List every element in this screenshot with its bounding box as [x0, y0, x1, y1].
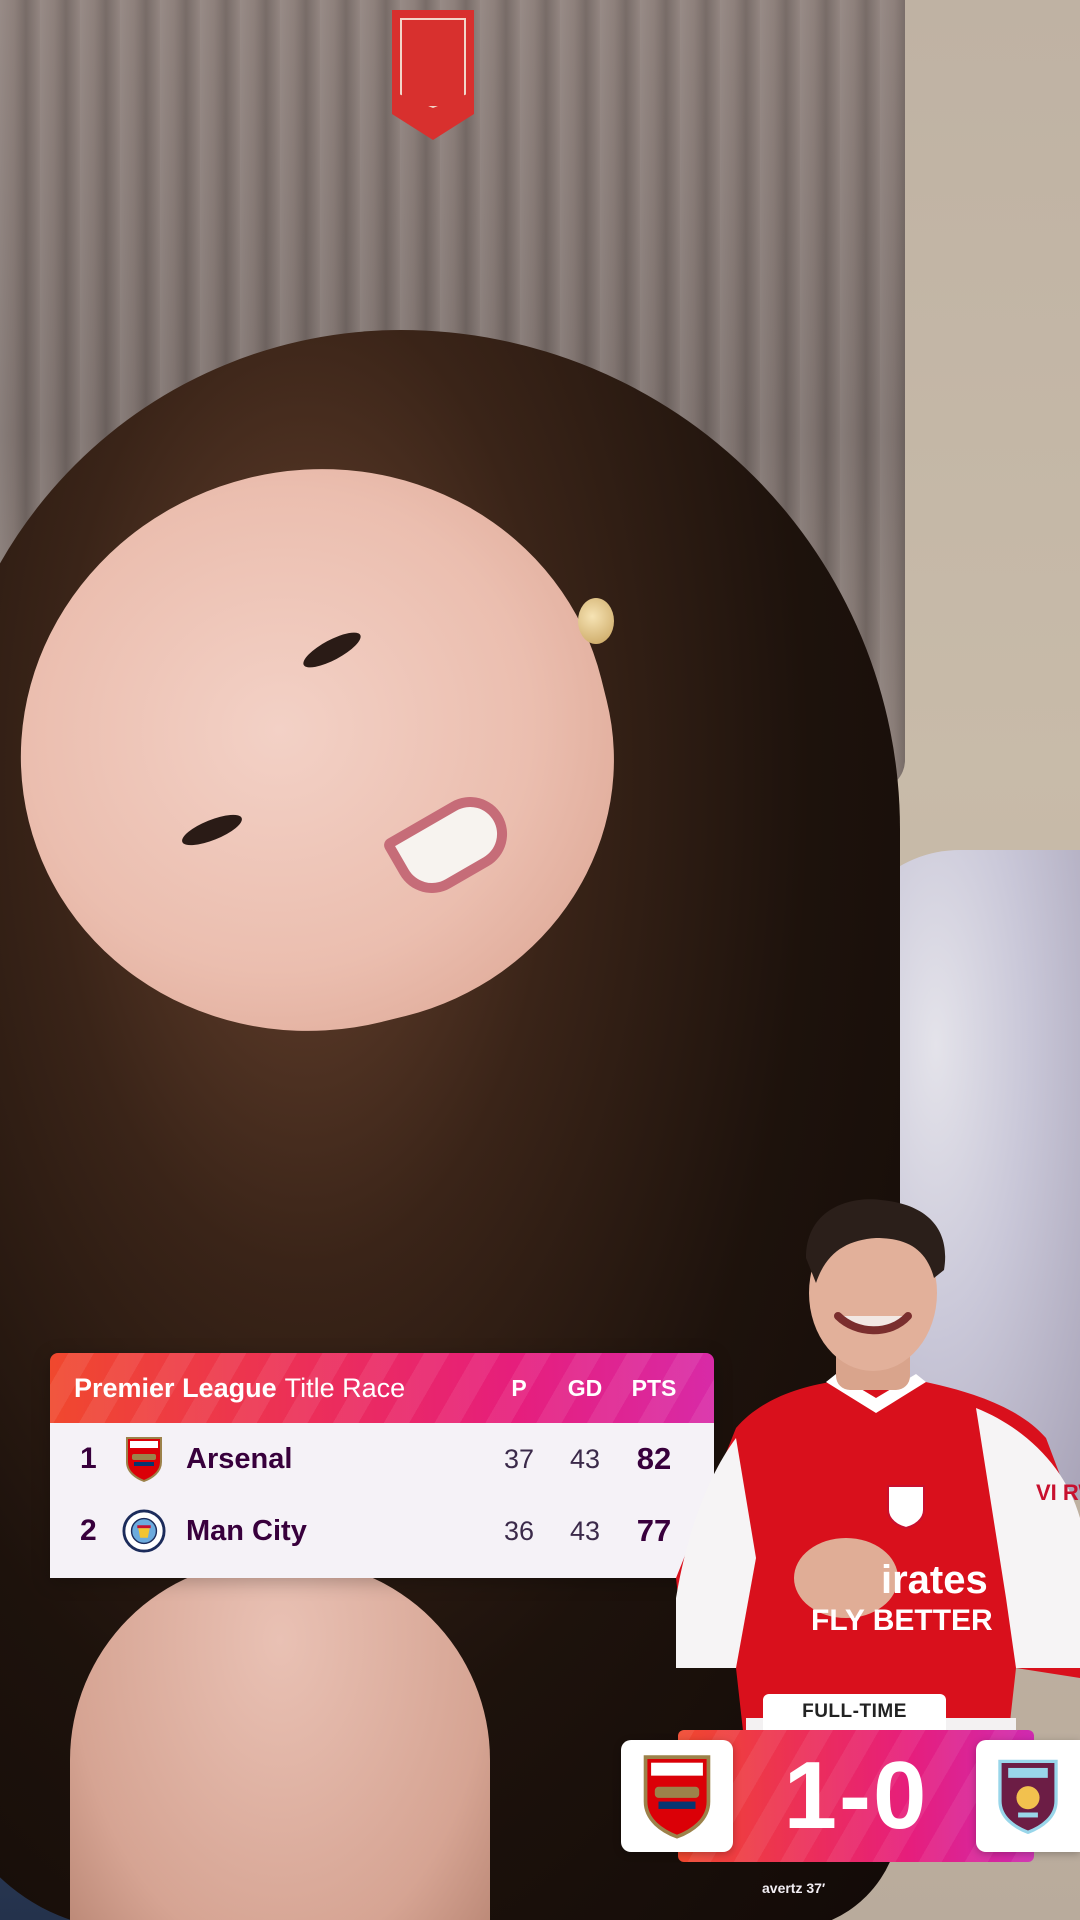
full-time-label: FULL-TIME — [763, 1694, 946, 1730]
table-row: 2 Man City 36 43 77 — [50, 1495, 714, 1567]
row-position: 2 — [80, 1514, 97, 1547]
arm — [70, 1560, 490, 1920]
sleeve-text: VI RWA — [1036, 1480, 1080, 1505]
table-subtitle: Title Race — [284, 1372, 406, 1403]
row-played: 36 — [503, 1515, 535, 1546]
goal-scorer: avertz 37′ — [762, 1880, 826, 1896]
shirt-sponsor-line2: FLY BETTER — [811, 1604, 993, 1637]
league-title: Premier League — [74, 1372, 277, 1403]
title-race-table: Premier League Title Race P GD PTS 1 Ars… — [50, 1353, 714, 1578]
arsenal-crest-icon — [122, 1437, 166, 1482]
row-team: Man City — [186, 1514, 307, 1547]
row-position: 1 — [80, 1442, 97, 1475]
arsenal-crest-icon — [643, 1755, 711, 1839]
row-team: Arsenal — [186, 1442, 293, 1475]
earring — [578, 598, 614, 644]
home-club-badge — [621, 1740, 733, 1852]
row-goal-diff: 43 — [569, 1443, 601, 1474]
row-goal-diff: 43 — [569, 1515, 601, 1546]
arsenal-pennant — [392, 10, 474, 140]
header-goal-diff: GD — [567, 1374, 603, 1401]
shirt-sponsor-line1: irates — [881, 1558, 988, 1602]
header-played: P — [511, 1374, 527, 1401]
player-cutout: irates FLY BETTER VI RWA — [676, 1198, 1080, 1758]
match-score: 1-0 — [783, 1742, 929, 1849]
away-club-badge — [976, 1740, 1080, 1852]
table-header: Premier League Title Race P GD PTS — [50, 1353, 714, 1423]
table-row: 1 Arsenal 37 43 82 — [50, 1423, 714, 1495]
burnley-crest-icon — [998, 1759, 1058, 1835]
table-body: 1 Arsenal 37 43 82 2 Man City 36 43 77 — [50, 1423, 714, 1578]
man-city-crest-icon — [122, 1509, 166, 1553]
row-played: 37 — [503, 1443, 535, 1474]
